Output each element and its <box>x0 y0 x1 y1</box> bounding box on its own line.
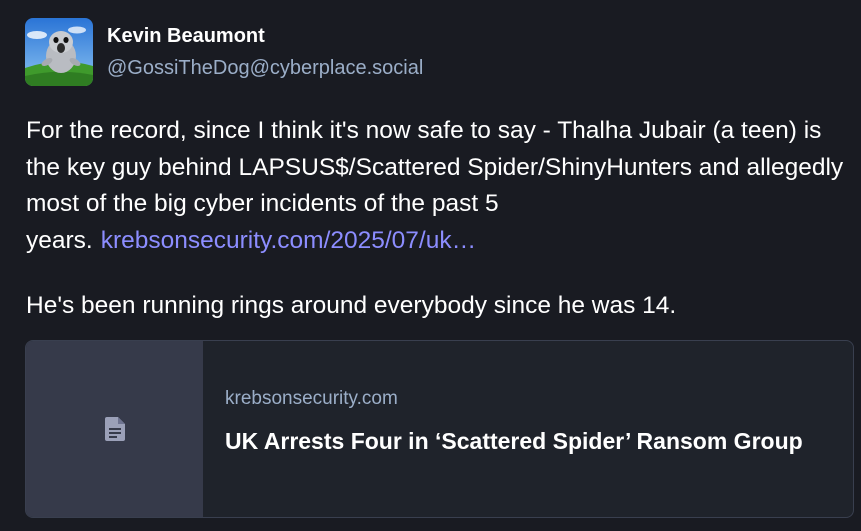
link-card-host: krebsonsecurity.com <box>225 388 398 409</box>
post-paragraph-2: He's been running rings around everybody… <box>26 292 677 319</box>
author-avatar[interactable] <box>25 18 93 86</box>
status-post: Kevin Beaumont @GossiTheDog@cyberplace.s… <box>0 0 861 531</box>
link-preview-card[interactable]: krebsonsecurity.com UK Arrests Four in ‘… <box>25 340 854 518</box>
author-handle[interactable]: @GossiTheDog@cyberplace.social <box>107 56 423 80</box>
link-card-body: krebsonsecurity.com UK Arrests Four in ‘… <box>225 387 835 455</box>
article-link[interactable]: krebsonsecurity.com/2025/07/uk… <box>101 227 476 254</box>
seal-avatar-icon <box>25 18 93 86</box>
link-card-title: UK Arrests Four in ‘Scattered Spider’ Ra… <box>225 428 803 454</box>
post-paragraph-1: For the record, since I think it's now s… <box>26 113 846 259</box>
post-content: For the record, since I think it's now s… <box>26 113 846 325</box>
link-card-thumbnail <box>26 341 203 517</box>
author-info: Kevin Beaumont @GossiTheDog@cyberplace.s… <box>107 24 423 80</box>
document-icon <box>104 417 125 441</box>
author-display-name[interactable]: Kevin Beaumont <box>107 24 423 48</box>
